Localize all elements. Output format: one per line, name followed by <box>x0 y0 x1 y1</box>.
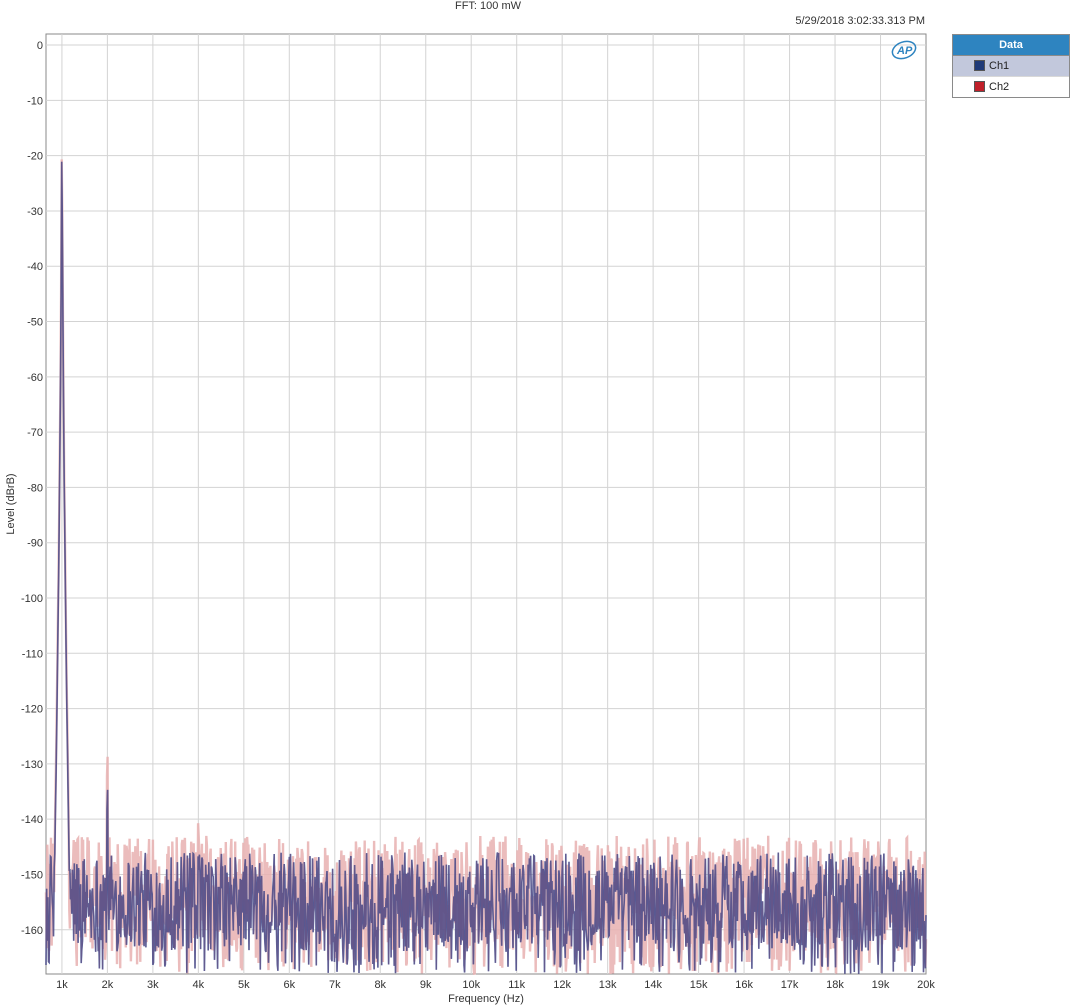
y-tick-label: -100 <box>21 593 43 605</box>
x-tick-label: 17k <box>781 979 799 991</box>
y-tick-label: -140 <box>21 814 43 826</box>
plot-area <box>45 33 927 975</box>
x-axis-label: Frequency (Hz) <box>448 993 524 1005</box>
ch2-color-swatch <box>974 81 985 92</box>
legend-item-ch2[interactable]: Ch2 <box>953 76 1069 97</box>
y-tick-label: -40 <box>27 261 43 273</box>
legend-header: Data <box>953 35 1069 56</box>
logo-text: AP <box>896 45 913 57</box>
y-tick-label: -70 <box>27 427 43 439</box>
x-tick-label: 6k <box>283 979 295 991</box>
x-tick-label: 20k <box>917 979 935 991</box>
x-tick-label: 19k <box>872 979 890 991</box>
y-axis-label: Level (dBrB) <box>5 473 17 534</box>
x-tick-label: 3k <box>147 979 159 991</box>
x-tick-label: 5k <box>238 979 250 991</box>
x-tick-label: 15k <box>690 979 708 991</box>
legend-panel: Data Ch1 Ch2 <box>952 34 1070 98</box>
y-tick-label: -130 <box>21 759 43 771</box>
y-tick-label: -10 <box>27 95 43 107</box>
y-tick-label: -120 <box>21 704 43 716</box>
x-tick-label: 4k <box>193 979 205 991</box>
x-tick-label: 18k <box>826 979 844 991</box>
y-tick-label: -80 <box>27 482 43 494</box>
x-tick-label: 2k <box>102 979 114 991</box>
x-tick-label: 7k <box>329 979 341 991</box>
x-tick-label: 16k <box>735 979 753 991</box>
x-tick-label: 9k <box>420 979 432 991</box>
legend-item-ch1[interactable]: Ch1 <box>953 56 1069 76</box>
y-tick-label: -20 <box>27 151 43 163</box>
y-tick-label: -150 <box>21 869 43 881</box>
x-tick-label: 1k <box>56 979 68 991</box>
y-tick-label: -110 <box>22 648 43 660</box>
y-tick-label: 0 <box>37 40 43 52</box>
legend-item-label: Ch1 <box>989 60 1010 72</box>
ch1-color-swatch <box>974 60 985 71</box>
x-tick-label: 10k <box>462 979 480 991</box>
y-tick-label: -30 <box>27 206 43 218</box>
fft-chart: 1k 2k 3k 4k 5k 6k 7k 8k 9k 10k 11k 12k 13k 14k 15k 16k 1… <box>5 33 935 1005</box>
x-tick-label: 11k <box>508 979 525 991</box>
y-tick-label: -90 <box>27 538 43 550</box>
x-tick-label: 14k <box>644 979 662 991</box>
y-tick-label: -60 <box>27 372 43 384</box>
x-tick-label: 13k <box>599 979 617 991</box>
x-tick-label: 8k <box>374 979 386 991</box>
y-tick-label: -160 <box>21 925 43 937</box>
legend-item-label: Ch2 <box>989 81 1010 93</box>
x-tick-label: 12k <box>553 979 571 991</box>
y-tick-label: -50 <box>27 317 43 329</box>
